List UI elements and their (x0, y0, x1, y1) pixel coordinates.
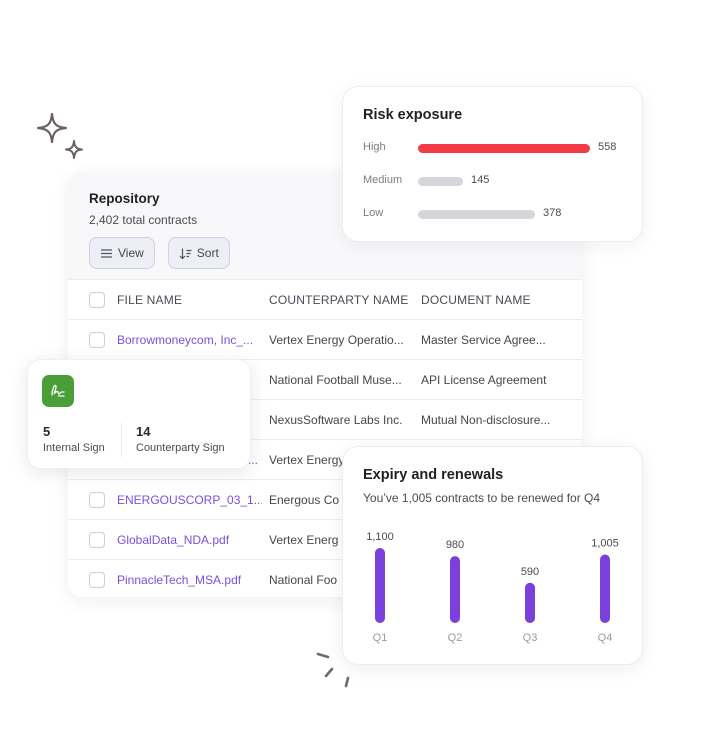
signature-icon (42, 375, 74, 407)
view-button[interactable]: View (89, 237, 155, 269)
table-row[interactable]: Borrowmoneycom, Inc_... Vertex Energy Op… (68, 320, 582, 360)
internal-sign-count: 5 (43, 424, 51, 439)
renewals-bar-chart: 1,100 Q1 980 Q2 590 Q3 1,005 Q4 (366, 531, 619, 644)
risk-value: 378 (543, 207, 562, 219)
counterparty-sign-label: Counterparty Sign (136, 442, 225, 454)
column-document-name[interactable]: DOCUMENT NAME (421, 293, 571, 307)
divider (121, 423, 122, 457)
counterparty-name: National Football Muse... (269, 372, 402, 387)
bar-q1 (375, 548, 385, 623)
sort-button-label: Sort (196, 246, 219, 260)
table-header: FILE NAME COUNTERPARTY NAME DOCUMENT NAM… (68, 280, 582, 320)
row-checkbox[interactable] (89, 572, 105, 588)
risk-value: 558 (598, 141, 617, 153)
risk-exposure-title: Risk exposure (363, 107, 463, 123)
x-tick-label: Q2 (448, 632, 463, 644)
risk-bar-medium (418, 177, 463, 186)
file-name-link[interactable]: Borrowmoneycom, Inc_... (117, 333, 262, 347)
x-tick-label: Q1 (373, 632, 388, 644)
file-name-link[interactable]: ENERGOUSCORP_03_1... (117, 493, 262, 507)
x-tick-label: Q4 (598, 632, 613, 644)
signature-stats-card: 5 Internal Sign 14 Counterparty Sign (27, 359, 251, 469)
document-name: API License Agreement (421, 372, 547, 387)
internal-sign-stat: 5 Internal Sign (43, 424, 105, 454)
counterparty-name: NexusSoftware Labs Inc. (269, 412, 403, 427)
risk-row-medium: Medium 145 (363, 174, 633, 188)
select-all-checkbox[interactable] (89, 292, 105, 308)
counterparty-name: Vertex Energy Operatio... (269, 332, 404, 347)
bar-q4 (600, 554, 610, 623)
risk-label: High (363, 141, 386, 153)
bar-value-label: 980 (446, 539, 464, 551)
risk-label: Low (363, 207, 384, 219)
bar-q2 (450, 556, 460, 623)
risk-row-high: High 558 (363, 141, 633, 155)
column-file-name[interactable]: FILE NAME (117, 293, 262, 307)
bar-value-label: 1,100 (366, 531, 394, 543)
risk-bar-high (418, 144, 590, 153)
row-checkbox[interactable] (89, 532, 105, 548)
file-name-link[interactable]: PinnacleTech_MSA.pdf (117, 573, 262, 587)
risk-exposure-card: Risk exposure High 558 Medium 145 Low 37… (342, 86, 643, 242)
menu-icon (101, 248, 112, 258)
counterparty-sign-stat: 14 Counterparty Sign (136, 424, 225, 454)
risk-bar-low (418, 210, 535, 219)
internal-sign-label: Internal Sign (43, 442, 105, 454)
bar-value-label: 590 (521, 566, 539, 578)
risk-value: 145 (471, 174, 490, 186)
bar-q3 (525, 582, 535, 623)
x-tick-label: Q3 (523, 632, 538, 644)
counterparty-sign-count: 14 (136, 424, 151, 439)
sparkles-icon (36, 112, 83, 159)
risk-label: Medium (363, 174, 403, 186)
bar-value-label: 1,005 (591, 537, 619, 549)
row-checkbox[interactable] (89, 332, 105, 348)
expiry-renewals-card: Expiry and renewals You’ve 1,005 contrac… (342, 446, 643, 665)
view-button-label: View (118, 246, 144, 260)
file-name-link[interactable]: GlobalData_NDA.pdf (117, 533, 262, 547)
sort-button[interactable]: Sort (167, 237, 230, 269)
sort-icon (179, 248, 192, 259)
document-name: Mutual Non-disclosure... (421, 412, 551, 427)
column-counterparty-name[interactable]: COUNTERPARTY NAME (269, 293, 414, 307)
risk-row-low: Low 378 (363, 207, 633, 221)
document-name: Master Service Agree... (421, 332, 546, 347)
row-checkbox[interactable] (89, 492, 105, 508)
